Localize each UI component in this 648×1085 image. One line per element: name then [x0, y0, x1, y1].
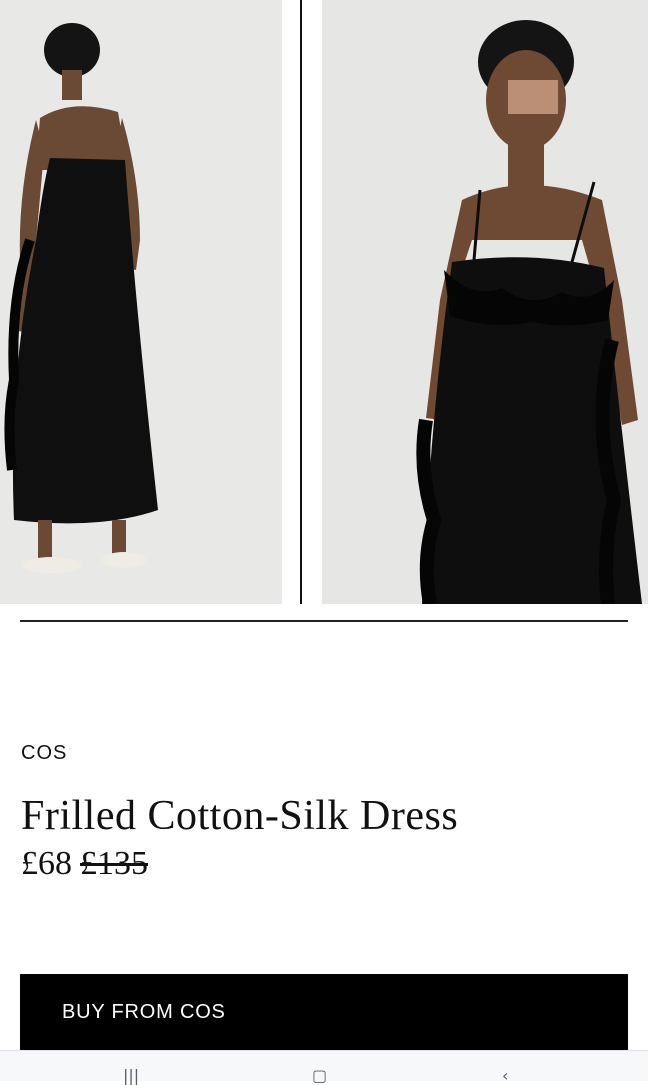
system-navigation-bar: ||| ▢ ‹ — [0, 1050, 648, 1084]
section-divider — [20, 620, 628, 622]
product-image-front-view[interactable] — [322, 0, 648, 604]
brand-name: COS — [21, 742, 68, 764]
product-image-back-view[interactable] — [0, 0, 282, 604]
product-gallery[interactable] — [0, 0, 648, 604]
gallery-divider — [300, 0, 302, 604]
back-icon[interactable]: ‹ — [502, 1068, 508, 1084]
product-title: Frilled Cotton-Silk Dress — [21, 793, 459, 839]
buy-button[interactable]: BUY FROM COS — [20, 974, 628, 1050]
price-row: £68 £135 — [21, 845, 148, 883]
recents-icon[interactable]: ||| — [123, 1068, 139, 1084]
home-icon[interactable]: ▢ — [312, 1068, 327, 1084]
sale-price: £68 — [21, 845, 72, 882]
original-price: £135 — [80, 845, 148, 882]
